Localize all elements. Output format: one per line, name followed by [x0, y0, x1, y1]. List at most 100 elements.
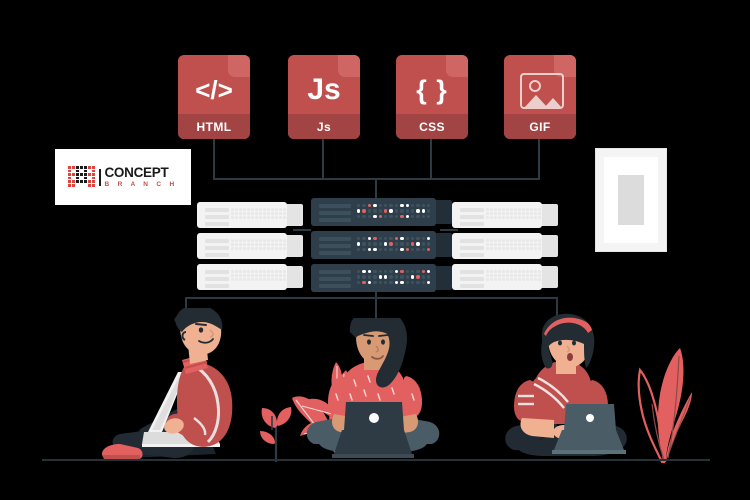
rack-led [378, 214, 382, 219]
logo-pixel [88, 176, 92, 180]
left-server-rack[interactable] [197, 202, 303, 290]
logo-pixel [68, 173, 72, 176]
file-card-gif[interactable]: GIF [504, 55, 576, 139]
rack-led [271, 212, 274, 215]
file-card-html[interactable]: </> HTML [178, 55, 250, 139]
rack-led [275, 274, 278, 277]
rack-led [367, 204, 372, 208]
rack-led [427, 209, 431, 213]
rack-led [279, 274, 282, 277]
rack-led [383, 214, 388, 219]
rack-led [498, 247, 501, 250]
rack-led [239, 216, 242, 219]
logo-pixel [92, 176, 96, 180]
rack-led [498, 270, 501, 273]
rack-led [510, 270, 513, 273]
picture-frame [595, 148, 667, 252]
rack-led [494, 270, 497, 273]
rack-led [357, 204, 361, 208]
rack-led [383, 204, 388, 208]
file-card-js[interactable]: Js Js [288, 55, 360, 139]
logo-pixel [84, 183, 88, 187]
rack-unit-bar [205, 253, 229, 257]
rack-unit-bar [205, 270, 229, 274]
logo-pixel [68, 180, 72, 183]
rack-led [243, 243, 246, 246]
rack-led [389, 270, 393, 274]
rack-led [400, 247, 404, 252]
concept-branch-logo-panel: CONCEPT B R A N C H [55, 149, 191, 205]
rack-unit-bar [460, 222, 484, 226]
logo-pixel [80, 169, 84, 173]
rack-unit[interactable] [197, 202, 287, 228]
logo-pixel [84, 176, 88, 180]
rack-led [394, 275, 399, 279]
rack-led [263, 274, 266, 277]
rack-unit-bar [319, 237, 351, 241]
rack-unit[interactable] [197, 264, 287, 290]
rack-led [394, 247, 399, 252]
rack-unit[interactable] [197, 233, 287, 259]
rack-led [389, 247, 393, 252]
rack-led [279, 243, 282, 246]
rack-unit[interactable] [452, 202, 542, 228]
rack-led [239, 278, 242, 281]
rack-led [231, 243, 234, 246]
logo-pixel [72, 176, 76, 180]
rack-led [267, 274, 270, 277]
rack-led [514, 243, 517, 246]
rack-led [494, 208, 497, 211]
rack-unit[interactable] [311, 264, 436, 292]
logo-pixel [76, 166, 80, 169]
rack-led [526, 208, 529, 211]
rack-led [243, 247, 246, 250]
rack-unit[interactable] [311, 198, 436, 226]
rack-led [427, 270, 431, 274]
rack-unit-led-grid [486, 270, 542, 282]
rack-led [416, 237, 420, 241]
rack-led [490, 278, 493, 281]
rack-unit-bar [460, 277, 484, 281]
rack-led [490, 270, 493, 273]
rack-led [243, 270, 246, 273]
file-card-css[interactable]: { } CSS [396, 55, 468, 139]
rack-led [510, 208, 513, 211]
rack-led [506, 243, 509, 246]
rack-unit-bar [205, 239, 229, 243]
logo-pixel [80, 173, 84, 176]
rack-unit-bar [205, 222, 229, 226]
rack-unit[interactable] [311, 231, 436, 259]
rack-unit-led-grid [231, 239, 287, 251]
rack-led [383, 209, 388, 213]
rack-unit-bars [319, 270, 351, 291]
rack-led [518, 239, 521, 242]
main-server-rack[interactable] [311, 198, 452, 292]
rack-led [506, 247, 509, 250]
rack-led [514, 270, 517, 273]
rack-unit-bar [319, 251, 351, 255]
rack-led [530, 239, 533, 242]
rack-led [522, 216, 525, 219]
rack-led [514, 216, 517, 219]
rack-led [400, 204, 404, 208]
rack-led [373, 247, 377, 252]
rack-led [283, 247, 286, 250]
rack-led [263, 247, 266, 250]
rack-led [400, 237, 404, 241]
right-server-rack[interactable] [452, 202, 558, 290]
logo-pixel [80, 183, 84, 187]
rack-unit[interactable] [452, 264, 542, 290]
rack-unit-bar [460, 208, 484, 212]
rack-led [427, 237, 431, 241]
rack-unit[interactable] [452, 233, 542, 259]
rack-led [506, 212, 509, 215]
rack-led [538, 274, 541, 277]
rack-led [518, 278, 521, 281]
rack-led [506, 278, 509, 281]
rack-led [416, 209, 420, 213]
connector-bottom-bus [185, 297, 558, 299]
logo-divider [99, 168, 102, 186]
logo-pixel [80, 180, 84, 183]
picture-frame-art [618, 175, 644, 225]
rack-led [400, 242, 404, 246]
